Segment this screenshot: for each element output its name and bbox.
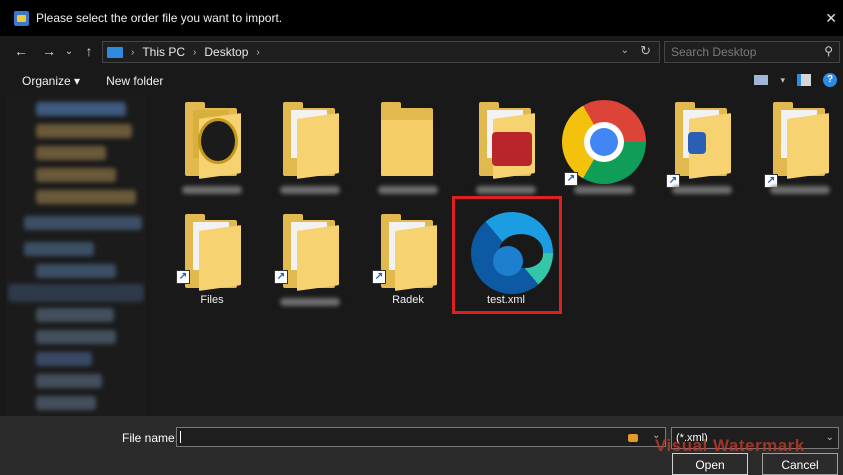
up-arrow-icon[interactable]: ↑	[78, 43, 100, 59]
sidebar-item[interactable]	[24, 242, 94, 256]
app-icon	[14, 10, 29, 26]
crumb-separator: ›	[256, 46, 260, 58]
folder-icon	[381, 102, 437, 176]
folder-icon	[283, 102, 339, 179]
file-item[interactable]: ↗ Files	[164, 208, 260, 308]
blurred-file-label	[182, 186, 242, 194]
sidebar-item[interactable]	[36, 352, 92, 366]
search-icon[interactable]: ⚲	[824, 44, 833, 58]
forward-arrow-icon[interactable]: →	[38, 43, 60, 59]
file-dialog-footer: File name: ⌄ (*.xml) ⌄ Visual Watermark …	[0, 416, 843, 475]
file-list: ↗ ↗ ↗ ↗ Files ↗ ↗ Radek test.xml	[154, 96, 843, 416]
command-toolbar: Organize ▾ New folder ▾ ?	[0, 66, 843, 96]
this-pc-icon	[107, 46, 123, 58]
file-item[interactable]: ↗	[556, 96, 652, 196]
address-bar[interactable]: › This PC › Desktop › ⌄ ↻	[102, 41, 660, 63]
sidebar-item[interactable]	[36, 308, 114, 322]
highlight-box	[452, 196, 562, 314]
file-item[interactable]	[262, 96, 358, 196]
crumb-separator: ›	[193, 46, 197, 58]
sidebar-item[interactable]	[24, 216, 142, 230]
shortcut-arrow-icon: ↗	[372, 270, 386, 284]
navigation-bar: ← → ⌄ ↑ › This PC › Desktop › ⌄ ↻ Search…	[0, 36, 843, 66]
shortcut-arrow-icon: ↗	[274, 270, 288, 284]
folder-icon	[185, 214, 241, 291]
lock-icon	[628, 434, 638, 442]
navigation-pane	[6, 96, 146, 416]
folder-icon	[381, 214, 437, 291]
file-item[interactable]: ↗	[654, 96, 750, 196]
breadcrumb-desktop[interactable]: Desktop	[204, 45, 248, 59]
sidebar-item[interactable]	[36, 330, 116, 344]
close-icon[interactable]: ✕	[825, 10, 837, 27]
view-options-caret-icon[interactable]: ▾	[780, 75, 785, 86]
blurred-file-label	[672, 186, 732, 194]
folder-icon	[283, 214, 339, 291]
blurred-file-label	[378, 186, 438, 194]
change-view-icon[interactable]	[754, 75, 769, 85]
file-label-radek: Radek	[392, 294, 424, 306]
breadcrumb-this-pc[interactable]: This PC	[142, 45, 185, 59]
sidebar-item[interactable]	[36, 168, 116, 182]
file-name-label: File name:	[122, 431, 179, 445]
open-button[interactable]: Open	[672, 453, 748, 475]
sidebar-item[interactable]	[36, 124, 132, 138]
shortcut-arrow-icon: ↗	[176, 270, 190, 284]
crumb-separator: ›	[131, 46, 135, 58]
sidebar-item[interactable]	[36, 146, 106, 160]
file-type-dropdown-icon[interactable]: ⌄	[826, 432, 834, 443]
sidebar-item[interactable]	[36, 190, 136, 204]
sidebar-item[interactable]	[36, 102, 126, 116]
search-input[interactable]: Search Desktop ⚲	[664, 41, 840, 63]
file-item[interactable]: ↗ Radek	[360, 208, 456, 308]
recent-locations-icon[interactable]: ⌄	[62, 46, 76, 57]
sidebar-item-selected[interactable]	[8, 284, 144, 302]
refresh-icon[interactable]: ↻	[640, 43, 651, 59]
new-folder-button[interactable]: New folder	[106, 74, 163, 88]
file-item[interactable]	[360, 96, 456, 196]
cancel-button[interactable]: Cancel	[762, 453, 838, 475]
preview-pane-icon[interactable]	[797, 74, 811, 86]
sidebar-item[interactable]	[36, 396, 96, 410]
back-arrow-icon[interactable]: ←	[10, 43, 32, 59]
address-dropdown-icon[interactable]: ⌄	[621, 45, 629, 56]
sww-badge-icon	[492, 132, 532, 166]
organize-button[interactable]: Organize ▾	[22, 74, 80, 88]
title-bar: Please select the order file you want to…	[0, 0, 843, 36]
blurred-file-label	[574, 186, 634, 194]
text-caret	[180, 431, 181, 443]
file-item[interactable]	[458, 96, 554, 196]
blurred-file-label	[280, 186, 340, 194]
word-doc-icon	[688, 132, 706, 154]
file-item[interactable]: ↗	[262, 208, 358, 308]
blurred-file-label	[280, 298, 340, 306]
file-item[interactable]: ↗	[752, 96, 843, 196]
app-badge-icon	[198, 118, 238, 164]
file-label-files: Files	[200, 294, 224, 306]
blurred-file-label	[770, 186, 830, 194]
help-icon[interactable]: ?	[823, 73, 837, 87]
file-name-input[interactable]	[176, 427, 666, 447]
dialog-title: Please select the order file you want to…	[36, 11, 283, 25]
search-placeholder: Search Desktop	[671, 45, 757, 59]
shortcut-arrow-icon: ↗	[564, 172, 578, 186]
sidebar-item[interactable]	[36, 374, 102, 388]
folder-icon	[773, 102, 829, 179]
file-item[interactable]	[164, 96, 260, 196]
sidebar-item[interactable]	[36, 264, 116, 278]
blurred-file-label	[476, 186, 536, 194]
